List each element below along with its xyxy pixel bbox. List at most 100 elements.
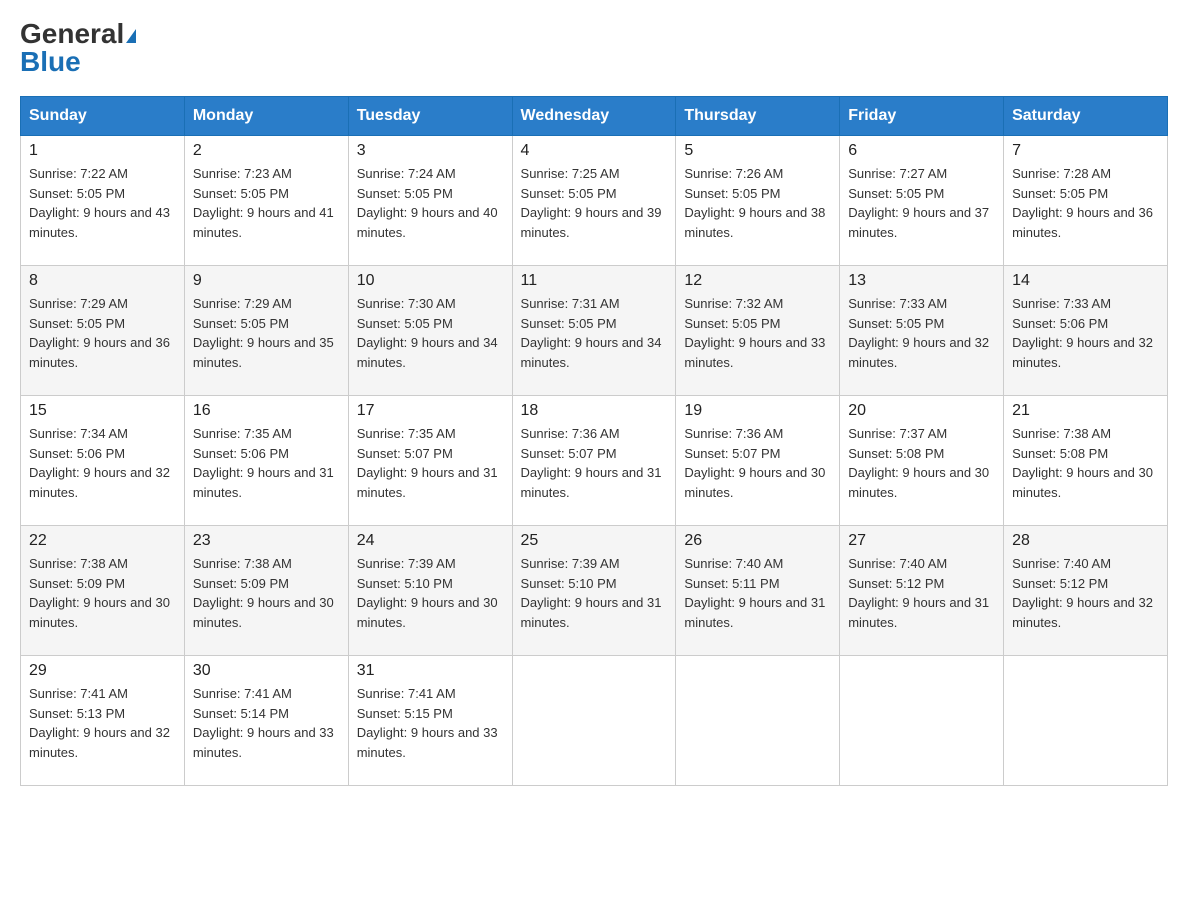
- day-number: 2: [193, 142, 340, 160]
- day-info: Sunrise: 7:36 AMSunset: 5:07 PMDaylight:…: [684, 424, 831, 502]
- calendar-cell: 10 Sunrise: 7:30 AMSunset: 5:05 PMDayligh…: [348, 266, 512, 396]
- day-number: 24: [357, 532, 504, 550]
- day-info: Sunrise: 7:41 AMSunset: 5:15 PMDaylight:…: [357, 684, 504, 762]
- day-number: 22: [29, 532, 176, 550]
- day-info: Sunrise: 7:22 AMSunset: 5:05 PMDaylight:…: [29, 164, 176, 242]
- calendar-cell: [1004, 656, 1168, 786]
- weekday-header-saturday: Saturday: [1004, 97, 1168, 136]
- weekday-header-wednesday: Wednesday: [512, 97, 676, 136]
- calendar-cell: 12 Sunrise: 7:32 AMSunset: 5:05 PMDayligh…: [676, 266, 840, 396]
- day-info: Sunrise: 7:39 AMSunset: 5:10 PMDaylight:…: [357, 554, 504, 632]
- weekday-header-friday: Friday: [840, 97, 1004, 136]
- day-number: 15: [29, 402, 176, 420]
- calendar-cell: 31 Sunrise: 7:41 AMSunset: 5:15 PMDayligh…: [348, 656, 512, 786]
- calendar-cell: 4 Sunrise: 7:25 AMSunset: 5:05 PMDaylight…: [512, 136, 676, 266]
- weekday-header-monday: Monday: [184, 97, 348, 136]
- day-info: Sunrise: 7:41 AMSunset: 5:13 PMDaylight:…: [29, 684, 176, 762]
- day-number: 26: [684, 532, 831, 550]
- day-info: Sunrise: 7:40 AMSunset: 5:12 PMDaylight:…: [1012, 554, 1159, 632]
- calendar-cell: 19 Sunrise: 7:36 AMSunset: 5:07 PMDayligh…: [676, 396, 840, 526]
- calendar-cell: 26Sunrise: 7:40 AMSunset: 5:11 PMDayligh…: [676, 526, 840, 656]
- calendar-cell: 30Sunrise: 7:41 AMSunset: 5:14 PMDayligh…: [184, 656, 348, 786]
- day-number: 27: [848, 532, 995, 550]
- day-info: Sunrise: 7:34 AMSunset: 5:06 PMDaylight:…: [29, 424, 176, 502]
- calendar-cell: [676, 656, 840, 786]
- day-info: Sunrise: 7:39 AMSunset: 5:10 PMDaylight:…: [521, 554, 668, 632]
- calendar-cell: 11Sunrise: 7:31 AMSunset: 5:05 PMDayligh…: [512, 266, 676, 396]
- day-info: Sunrise: 7:32 AMSunset: 5:05 PMDaylight:…: [684, 294, 831, 372]
- day-info: Sunrise: 7:29 AMSunset: 5:05 PMDaylight:…: [29, 294, 176, 372]
- day-number: 1: [29, 142, 176, 160]
- day-info: Sunrise: 7:38 AMSunset: 5:09 PMDaylight:…: [29, 554, 176, 632]
- day-number: 19: [684, 402, 831, 420]
- calendar-cell: 2 Sunrise: 7:23 AMSunset: 5:05 PMDaylight…: [184, 136, 348, 266]
- calendar-week-row: 15 Sunrise: 7:34 AMSunset: 5:06 PMDayligh…: [21, 396, 1168, 526]
- calendar-cell: 18 Sunrise: 7:36 AMSunset: 5:07 PMDayligh…: [512, 396, 676, 526]
- day-number: 16: [193, 402, 340, 420]
- day-number: 9: [193, 272, 340, 290]
- day-info: Sunrise: 7:38 AMSunset: 5:08 PMDaylight:…: [1012, 424, 1159, 502]
- day-info: Sunrise: 7:24 AMSunset: 5:05 PMDaylight:…: [357, 164, 504, 242]
- day-info: Sunrise: 7:26 AMSunset: 5:05 PMDaylight:…: [684, 164, 831, 242]
- day-number: 13: [848, 272, 995, 290]
- day-number: 18: [521, 402, 668, 420]
- day-number: 28: [1012, 532, 1159, 550]
- calendar-cell: 5 Sunrise: 7:26 AMSunset: 5:05 PMDaylight…: [676, 136, 840, 266]
- calendar-cell: 1 Sunrise: 7:22 AMSunset: 5:05 PMDaylight…: [21, 136, 185, 266]
- day-number: 17: [357, 402, 504, 420]
- day-info: Sunrise: 7:35 AMSunset: 5:06 PMDaylight:…: [193, 424, 340, 502]
- calendar-cell: 24 Sunrise: 7:39 AMSunset: 5:10 PMDayligh…: [348, 526, 512, 656]
- day-info: Sunrise: 7:29 AMSunset: 5:05 PMDaylight:…: [193, 294, 340, 372]
- day-info: Sunrise: 7:33 AMSunset: 5:06 PMDaylight:…: [1012, 294, 1159, 372]
- weekday-header-sunday: Sunday: [21, 97, 185, 136]
- day-number: 30: [193, 662, 340, 680]
- calendar-header-row: SundayMondayTuesdayWednesdayThursdayFrid…: [21, 97, 1168, 136]
- calendar-cell: 28 Sunrise: 7:40 AMSunset: 5:12 PMDayligh…: [1004, 526, 1168, 656]
- weekday-header-tuesday: Tuesday: [348, 97, 512, 136]
- day-number: 12: [684, 272, 831, 290]
- calendar-cell: 29 Sunrise: 7:41 AMSunset: 5:13 PMDayligh…: [21, 656, 185, 786]
- day-info: Sunrise: 7:25 AMSunset: 5:05 PMDaylight:…: [521, 164, 668, 242]
- day-info: Sunrise: 7:36 AMSunset: 5:07 PMDaylight:…: [521, 424, 668, 502]
- day-info: Sunrise: 7:30 AMSunset: 5:05 PMDaylight:…: [357, 294, 504, 372]
- day-info: Sunrise: 7:28 AMSunset: 5:05 PMDaylight:…: [1012, 164, 1159, 242]
- day-info: Sunrise: 7:23 AMSunset: 5:05 PMDaylight:…: [193, 164, 340, 242]
- weekday-header-thursday: Thursday: [676, 97, 840, 136]
- day-number: 10: [357, 272, 504, 290]
- day-number: 29: [29, 662, 176, 680]
- calendar-cell: 9 Sunrise: 7:29 AMSunset: 5:05 PMDaylight…: [184, 266, 348, 396]
- calendar-week-row: 22 Sunrise: 7:38 AMSunset: 5:09 PMDayligh…: [21, 526, 1168, 656]
- logo-blue-text: Blue: [20, 46, 81, 77]
- calendar-cell: 7 Sunrise: 7:28 AMSunset: 5:05 PMDaylight…: [1004, 136, 1168, 266]
- page-header: General Blue: [20, 20, 1168, 76]
- calendar-cell: 3Sunrise: 7:24 AMSunset: 5:05 PMDaylight…: [348, 136, 512, 266]
- calendar-cell: 15 Sunrise: 7:34 AMSunset: 5:06 PMDayligh…: [21, 396, 185, 526]
- day-number: 6: [848, 142, 995, 160]
- calendar-cell: [840, 656, 1004, 786]
- calendar-week-row: 1 Sunrise: 7:22 AMSunset: 5:05 PMDaylight…: [21, 136, 1168, 266]
- day-number: 20: [848, 402, 995, 420]
- calendar-week-row: 29 Sunrise: 7:41 AMSunset: 5:13 PMDayligh…: [21, 656, 1168, 786]
- day-number: 4: [521, 142, 668, 160]
- logo-general-text: General: [20, 18, 124, 49]
- day-number: 31: [357, 662, 504, 680]
- calendar-cell: 14Sunrise: 7:33 AMSunset: 5:06 PMDayligh…: [1004, 266, 1168, 396]
- calendar-cell: 6 Sunrise: 7:27 AMSunset: 5:05 PMDaylight…: [840, 136, 1004, 266]
- calendar-cell: 13Sunrise: 7:33 AMSunset: 5:05 PMDayligh…: [840, 266, 1004, 396]
- calendar-cell: 25 Sunrise: 7:39 AMSunset: 5:10 PMDayligh…: [512, 526, 676, 656]
- day-number: 5: [684, 142, 831, 160]
- day-number: 8: [29, 272, 176, 290]
- day-number: 11: [521, 272, 668, 290]
- calendar-cell: 20Sunrise: 7:37 AMSunset: 5:08 PMDayligh…: [840, 396, 1004, 526]
- day-number: 21: [1012, 402, 1159, 420]
- day-number: 23: [193, 532, 340, 550]
- day-info: Sunrise: 7:40 AMSunset: 5:12 PMDaylight:…: [848, 554, 995, 632]
- day-info: Sunrise: 7:27 AMSunset: 5:05 PMDaylight:…: [848, 164, 995, 242]
- day-info: Sunrise: 7:38 AMSunset: 5:09 PMDaylight:…: [193, 554, 340, 632]
- calendar-cell: 17Sunrise: 7:35 AMSunset: 5:07 PMDayligh…: [348, 396, 512, 526]
- calendar-week-row: 8 Sunrise: 7:29 AMSunset: 5:05 PMDaylight…: [21, 266, 1168, 396]
- day-number: 7: [1012, 142, 1159, 160]
- day-number: 25: [521, 532, 668, 550]
- logo-triangle-icon: [126, 29, 136, 43]
- calendar-cell: 21 Sunrise: 7:38 AMSunset: 5:08 PMDayligh…: [1004, 396, 1168, 526]
